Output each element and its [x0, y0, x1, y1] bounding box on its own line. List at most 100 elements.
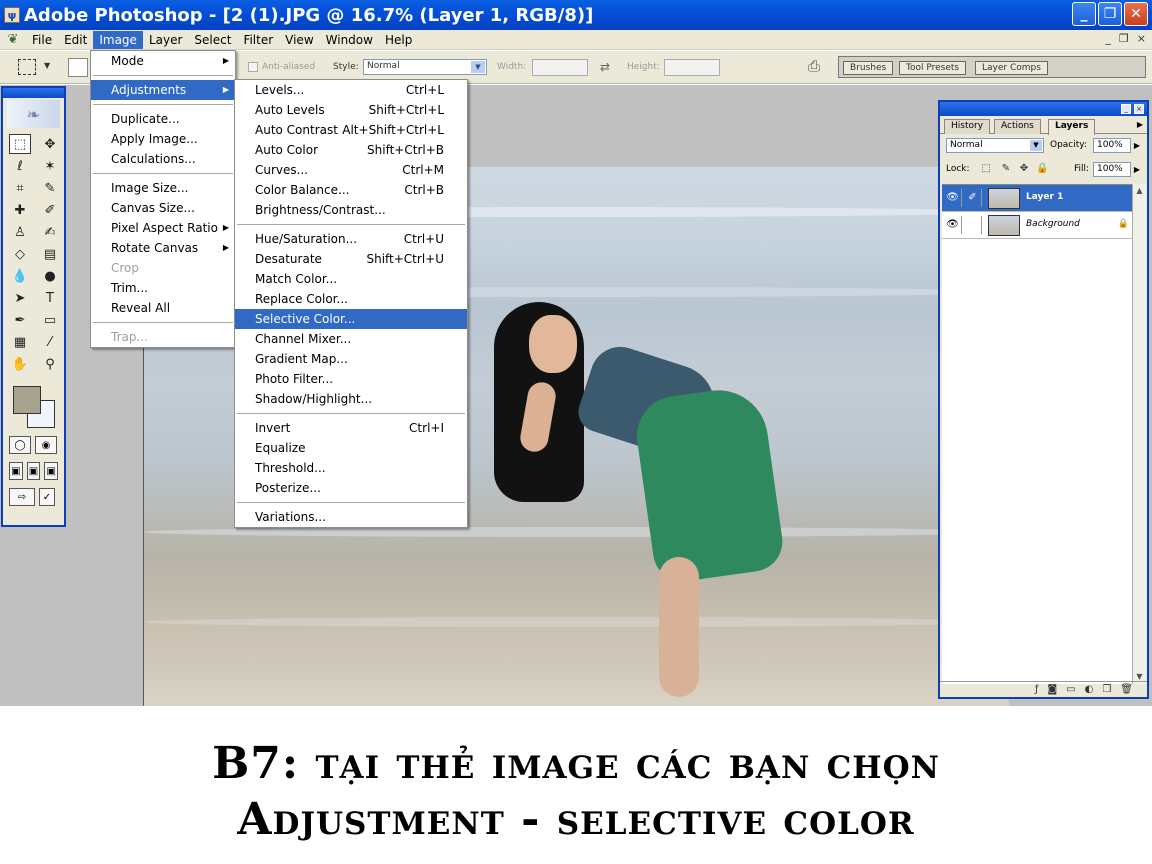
fill-slider-arrow-icon[interactable]: ▶ [1132, 162, 1142, 177]
layers-scrollbar[interactable]: ▲ ▼ [1132, 184, 1146, 684]
menu-item-desaturate[interactable]: Desaturate Shift+Ctrl+U [235, 249, 467, 269]
menu-item-curves[interactable]: Curves... Ctrl+M [235, 160, 467, 180]
standard-screen-icon[interactable]: ▣ [9, 462, 23, 480]
menu-item-color-balance[interactable]: Color Balance... Ctrl+B [235, 180, 467, 200]
menu-item-duplicate[interactable]: Duplicate... [91, 109, 235, 129]
menu-item-photo-filter[interactable]: Photo Filter... [235, 369, 467, 389]
menu-item-image-size[interactable]: Image Size... [91, 178, 235, 198]
menu-item-match-color[interactable]: Match Color... [235, 269, 467, 289]
swap-dimensions-icon[interactable]: ⇄ [600, 60, 610, 74]
adjustment-layer-icon[interactable]: ◐ [1085, 684, 1094, 695]
jump-to-imageready-icon[interactable]: ⇨ [9, 488, 35, 506]
style-select[interactable]: Normal ▼ [363, 59, 487, 75]
menu-item-calculations[interactable]: Calculations... [91, 149, 235, 169]
height-field[interactable] [664, 59, 720, 76]
crop-tool-icon[interactable]: ⌗ [9, 178, 31, 198]
blur-tool-icon[interactable]: 💧 [9, 266, 31, 286]
restore-button[interactable]: ❐ [1098, 2, 1122, 26]
healing-brush-tool-icon[interactable]: ✚ [9, 200, 31, 220]
doc-close-button[interactable]: × [1137, 32, 1146, 45]
layer-mask-icon[interactable]: ◙ [1047, 684, 1057, 695]
brush-icon[interactable]: ✐ [964, 189, 982, 207]
move-tool-icon[interactable]: ✥ [39, 134, 61, 154]
full-screen-menu-icon[interactable]: ▣ [26, 462, 41, 480]
fill-input[interactable]: 100% [1093, 162, 1131, 177]
layer-row-background[interactable]: 👁 Background 🔒 [942, 212, 1135, 239]
layer-row-layer-1[interactable]: 👁 ✐ Layer 1 [942, 185, 1135, 212]
lock-image-icon[interactable]: ✎ [1000, 163, 1012, 175]
new-selection-icon[interactable] [68, 58, 88, 77]
eye-icon[interactable]: 👁 [944, 216, 962, 234]
eyedropper-tool-icon[interactable]: ⁄ [39, 332, 61, 352]
menu-item-apply-image[interactable]: Apply Image... [91, 129, 235, 149]
menu-layer[interactable]: Layer [143, 31, 188, 49]
menu-item-auto-contrast[interactable]: Auto Contrast Alt+Shift+Ctrl+L [235, 120, 467, 140]
imageready-icon[interactable]: ✓ [39, 488, 55, 506]
menu-item-equalize[interactable]: Equalize [235, 438, 467, 458]
menu-item-levels[interactable]: Levels... Ctrl+L [235, 80, 467, 100]
palette-close-icon[interactable]: × [1134, 104, 1144, 114]
menu-item-rotate-canvas[interactable]: Rotate Canvas ▶ [91, 238, 235, 258]
trash-icon[interactable]: 🗑 [1120, 684, 1133, 695]
link-icon[interactable] [964, 216, 982, 234]
full-screen-icon[interactable]: ▣ [44, 462, 59, 480]
palette-minimize-icon[interactable]: _ [1121, 104, 1131, 114]
menu-window[interactable]: Window [320, 31, 379, 49]
quick-mask-mode-icon[interactable]: ◉ [35, 436, 57, 454]
zoom-tool-icon[interactable]: ⚲ [39, 354, 61, 374]
menu-item-adjustments[interactable]: Adjustments ▶ [91, 80, 235, 100]
menu-item-channel-mixer[interactable]: Channel Mixer... [235, 329, 467, 349]
rectangle-tool-icon[interactable]: ▭ [39, 310, 61, 330]
marquee-preset-icon[interactable] [18, 59, 36, 75]
tab-actions[interactable]: Actions [994, 119, 1041, 134]
slice-tool-icon[interactable]: ✎ [39, 178, 61, 198]
menu-item-replace-color[interactable]: Replace Color... [235, 289, 467, 309]
tools-palette-titlebar[interactable] [3, 88, 64, 98]
gradient-tool-icon[interactable]: ▤ [39, 244, 61, 264]
menu-item-reveal-all[interactable]: Reveal All [91, 298, 235, 318]
magic-wand-tool-icon[interactable]: ✶ [39, 156, 61, 176]
menu-item-invert[interactable]: Invert Ctrl+I [235, 418, 467, 438]
menu-item-canvas-size[interactable]: Canvas Size... [91, 198, 235, 218]
menu-edit[interactable]: Edit [58, 31, 93, 49]
anti-aliased-checkbox[interactable] [248, 62, 258, 72]
brush-tool-icon[interactable]: ✐ [39, 200, 61, 220]
marquee-tool-icon[interactable]: ⬚ [9, 134, 31, 154]
menu-item-posterize[interactable]: Posterize... [235, 478, 467, 498]
menu-item-hue-saturation[interactable]: Hue/Saturation... Ctrl+U [235, 229, 467, 249]
menu-help[interactable]: Help [379, 31, 418, 49]
history-brush-tool-icon[interactable]: ✍ [39, 222, 61, 242]
doc-minimize-button[interactable]: _ [1105, 32, 1111, 45]
menu-item-trim[interactable]: Trim... [91, 278, 235, 298]
close-button[interactable]: ✕ [1124, 2, 1148, 26]
menu-item-auto-color[interactable]: Auto Color Shift+Ctrl+B [235, 140, 467, 160]
layer-style-icon[interactable]: ƒ [1035, 684, 1039, 695]
foreground-color-swatch[interactable] [13, 386, 41, 414]
menu-item-selective-color[interactable]: Selective Color... [235, 309, 467, 329]
opacity-slider-arrow-icon[interactable]: ▶ [1132, 138, 1142, 153]
blend-mode-select[interactable]: Normal ▼ [946, 138, 1044, 153]
menu-view[interactable]: View [279, 31, 319, 49]
menu-item-pixel-aspect-ratio[interactable]: Pixel Aspect Ratio ▶ [91, 218, 235, 238]
menu-item-brightness-contrast[interactable]: Brightness/Contrast... [235, 200, 467, 220]
menu-item-variations[interactable]: Variations... [235, 507, 467, 527]
menu-select[interactable]: Select [188, 31, 237, 49]
menu-item-auto-levels[interactable]: Auto Levels Shift+Ctrl+L [235, 100, 467, 120]
palette-menu-arrow-icon[interactable]: ▶ [1137, 120, 1143, 129]
photoshop-app-icon[interactable]: ψ [4, 7, 20, 23]
hand-tool-icon[interactable]: ✋ [9, 354, 31, 374]
feather-logo-icon[interactable]: ❧ [7, 100, 60, 128]
tab-tool-presets[interactable]: Tool Presets [899, 61, 967, 75]
notes-tool-icon[interactable]: ▦ [9, 332, 31, 352]
minimize-button[interactable]: _ [1072, 2, 1096, 26]
menu-filter[interactable]: Filter [237, 31, 279, 49]
new-layer-icon[interactable]: ❐ [1102, 684, 1111, 695]
eraser-tool-icon[interactable]: ◇ [9, 244, 31, 264]
lock-all-icon[interactable]: 🔒 [1036, 163, 1048, 175]
doc-restore-button[interactable]: ❐ [1119, 32, 1129, 45]
type-tool-icon[interactable]: T [39, 288, 61, 308]
lock-position-icon[interactable]: ✥ [1018, 163, 1030, 175]
path-selection-tool-icon[interactable]: ➤ [9, 288, 31, 308]
menu-image[interactable]: Image [93, 30, 143, 49]
width-field[interactable] [532, 59, 588, 76]
